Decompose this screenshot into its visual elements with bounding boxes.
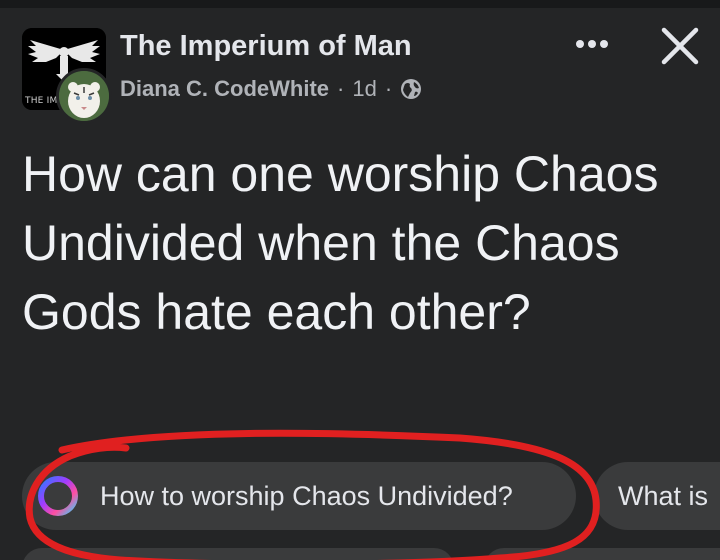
post-meta: Diana C. CodeWhite · 1d · xyxy=(120,76,422,102)
post-time[interactable]: 1d xyxy=(352,76,376,102)
user-avatar[interactable] xyxy=(56,68,112,124)
meta-separator: · xyxy=(384,76,393,101)
more-options-button[interactable] xyxy=(566,26,618,66)
suggestion-chip-meta-ai[interactable]: How to worship Chaos Undivided? xyxy=(22,462,576,530)
suggestion-label: What is xyxy=(618,480,709,511)
more-horizontal-icon xyxy=(576,40,608,48)
suggestion-chip[interactable]: What is xyxy=(594,462,720,530)
author-name[interactable]: Diana C. CodeWhite xyxy=(120,76,329,102)
top-strip xyxy=(0,0,720,8)
group-name[interactable]: The Imperium of Man xyxy=(120,30,412,63)
close-button[interactable] xyxy=(654,20,706,72)
white-tiger-avatar-icon xyxy=(59,71,109,121)
post-view: THE IMPE The Imperium of Man Diana C. Co… xyxy=(0,0,720,560)
post-text: How can one worship Chaos Undivided when… xyxy=(22,146,659,340)
globe-icon xyxy=(400,78,422,100)
meta-ai-icon xyxy=(38,476,78,516)
close-icon xyxy=(661,27,699,65)
suggestion-label: How to worship Chaos Undivided? xyxy=(100,480,513,511)
meta-separator: · xyxy=(337,76,345,101)
suggestion-chip[interactable] xyxy=(22,548,454,560)
suggestion-chip[interactable] xyxy=(484,548,720,560)
